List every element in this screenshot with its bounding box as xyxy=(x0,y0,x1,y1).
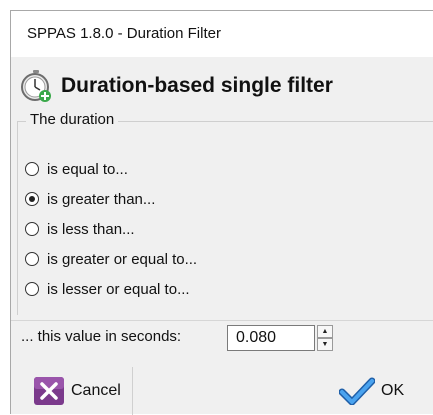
radio-less[interactable]: is less than... xyxy=(25,217,135,241)
radio-equal[interactable]: is equal to... xyxy=(25,157,128,181)
radio-equal-button[interactable] xyxy=(25,162,39,176)
window-title: SPPAS 1.8.0 - Duration Filter xyxy=(27,25,221,42)
radio-less-button[interactable] xyxy=(25,222,39,236)
ok-button[interactable]: OK xyxy=(339,367,429,415)
checkmark-icon xyxy=(339,377,375,405)
seconds-spinner[interactable]: ▲ ▼ xyxy=(317,325,333,351)
spin-up-button[interactable]: ▲ xyxy=(317,325,333,338)
radio-greater-button[interactable] xyxy=(25,192,39,206)
dialog-heading: Duration-based single filter xyxy=(61,74,333,97)
title-bar[interactable]: SPPAS 1.8.0 - Duration Filter xyxy=(11,11,433,57)
radio-equal-label: is equal to... xyxy=(47,160,128,178)
duration-group-legend: The duration xyxy=(26,111,119,128)
radio-less-label: is less than... xyxy=(47,220,135,238)
radio-greater[interactable]: is greater than... xyxy=(25,187,155,211)
ok-button-label: OK xyxy=(381,382,405,399)
radio-greater-label: is greater than... xyxy=(47,190,156,208)
radio-lesser-equal-label: is lesser or equal to... xyxy=(47,280,190,298)
dialog-header: Duration-based single filter xyxy=(11,57,433,117)
button-bar: Cancel OK xyxy=(11,361,433,415)
stopwatch-add-icon xyxy=(21,70,51,102)
seconds-input[interactable] xyxy=(227,325,315,351)
radio-lesser-equal-button[interactable] xyxy=(25,282,39,296)
radio-lesser-equal[interactable]: is lesser or equal to... xyxy=(25,277,190,301)
cancel-button-label: Cancel xyxy=(71,382,121,399)
dialog-window: SPPAS 1.8.0 - Duration Filter Duration-b… xyxy=(10,10,433,415)
radio-greater-equal-button[interactable] xyxy=(25,252,39,266)
separator xyxy=(11,320,433,321)
radio-greater-equal-label: is greater or equal to... xyxy=(47,250,198,268)
cancel-button[interactable]: Cancel xyxy=(25,367,133,415)
radio-greater-equal[interactable]: is greater or equal to... xyxy=(25,247,197,271)
spin-down-button[interactable]: ▼ xyxy=(317,338,333,351)
value-label: ... this value in seconds: xyxy=(21,328,182,345)
cancel-icon xyxy=(34,377,64,405)
duration-group: The duration is equal to... is greater t… xyxy=(17,111,433,315)
